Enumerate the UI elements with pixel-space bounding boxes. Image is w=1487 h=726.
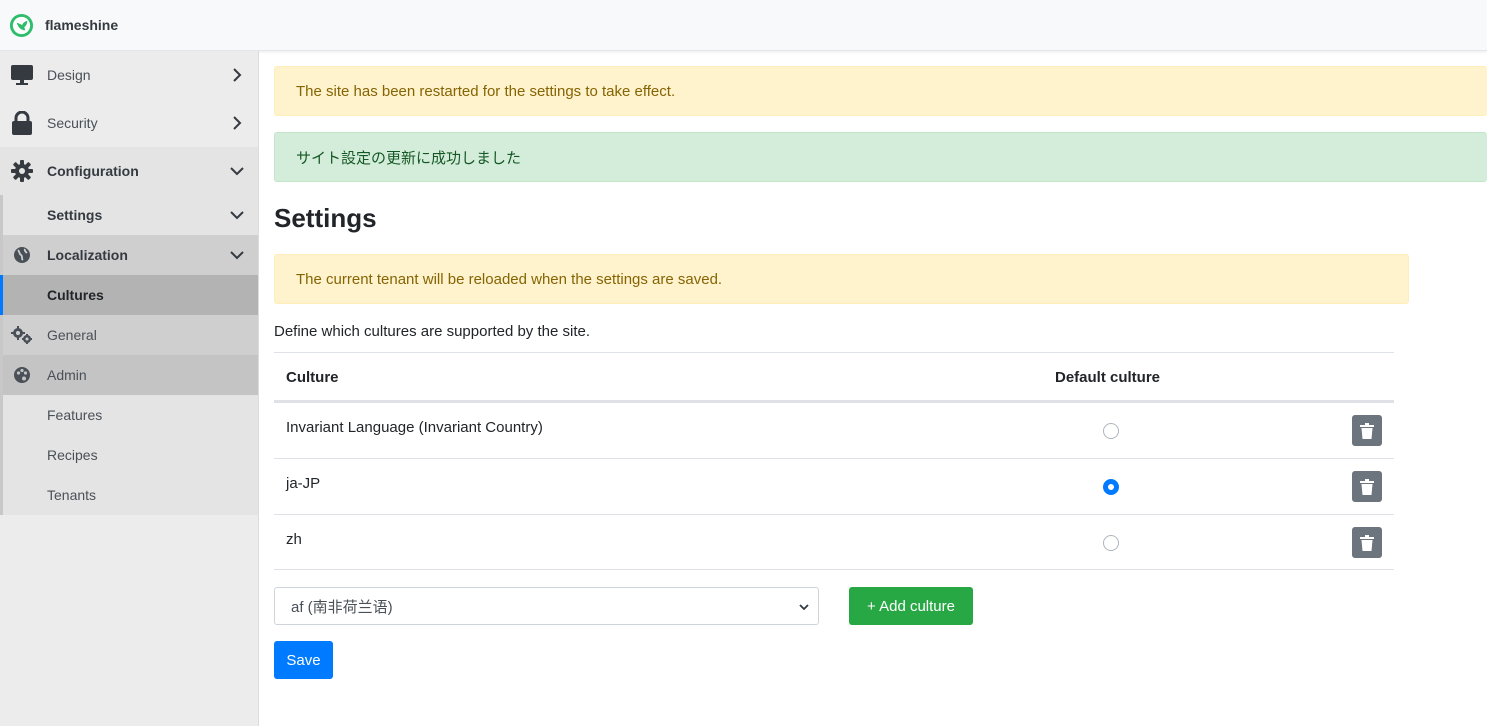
restart-alert-text: The site has been restarted for the sett… [296, 82, 676, 100]
chevron-down-icon [230, 211, 244, 220]
culture-name: Invariant Language (Invariant Country) [286, 419, 543, 436]
sidebar-item-label: Features [47, 407, 103, 423]
gears-icon [10, 323, 34, 347]
reload-alert: The current tenant will be reloaded when… [274, 254, 1409, 304]
success-alert-text: サイト設定の更新に成功しました [296, 149, 522, 167]
top-navbar: flameshine [0, 0, 1487, 51]
sidebar-item-design[interactable]: Design [0, 51, 258, 99]
default-culture-radio[interactable] [1103, 479, 1119, 495]
sidebar-item-label: Recipes [47, 447, 98, 463]
table-row: Invariant Language (Invariant Country) [274, 402, 1394, 458]
delete-culture-button[interactable] [1352, 527, 1382, 558]
sidebar-item-label: Tenants [47, 487, 97, 503]
brand-logo-icon[interactable] [9, 13, 34, 38]
palette-icon [10, 363, 34, 387]
sidebar-item-tenants[interactable]: Tenants [0, 475, 258, 515]
sidebar-item-settings[interactable]: Settings [0, 195, 258, 235]
restart-alert: The site has been restarted for the sett… [274, 66, 1487, 116]
column-header-culture: Culture [286, 369, 339, 386]
sidebar-item-label: Configuration [47, 163, 139, 179]
culture-name: zh [286, 531, 302, 548]
monitor-icon [10, 63, 34, 87]
chevron-right-icon [233, 116, 242, 130]
gear-icon [10, 159, 34, 183]
sidebar-item-general[interactable]: General [0, 315, 258, 355]
culture-select[interactable]: af (南非荷兰语) [274, 587, 819, 625]
sidebar-item-label: Settings [47, 207, 103, 223]
sidebar-item-cultures[interactable]: Cultures [0, 275, 258, 315]
globe-icon [10, 243, 34, 267]
add-culture-button[interactable]: + Add culture [849, 587, 973, 625]
table-row: zh [274, 514, 1394, 570]
sidebar-item-label: General [47, 327, 97, 343]
delete-culture-button[interactable] [1352, 471, 1382, 502]
culture-name: ja-JP [286, 475, 321, 492]
sidebar-item-recipes[interactable]: Recipes [0, 435, 258, 475]
default-culture-radio[interactable] [1103, 423, 1119, 439]
sidebar-item-label: Design [47, 67, 91, 83]
brand-name[interactable]: flameshine [45, 17, 118, 33]
trash-icon [1360, 422, 1374, 439]
sidebar-item-localization[interactable]: Localization [0, 235, 258, 275]
cultures-table: Culture Default culture Invariant Langua… [274, 352, 1394, 570]
trash-icon [1360, 534, 1374, 551]
sidebar-item-label: Cultures [47, 287, 104, 303]
chevron-down-icon [799, 604, 809, 611]
chevron-right-icon [233, 68, 242, 82]
success-alert: サイト設定の更新に成功しました [274, 132, 1487, 182]
table-row: ja-JP [274, 458, 1394, 514]
sidebar-item-security[interactable]: Security [0, 99, 258, 147]
culture-select-value: af (南非荷兰语) [291, 598, 393, 616]
page-title: Settings [274, 203, 377, 233]
lock-icon [10, 111, 34, 135]
sidebar-item-label: Security [47, 115, 98, 131]
page-description: Define which cultures are supported by t… [274, 323, 591, 340]
chevron-down-icon [230, 251, 244, 260]
trash-icon [1360, 478, 1374, 495]
delete-culture-button[interactable] [1352, 415, 1382, 446]
chevron-down-icon [230, 167, 244, 176]
default-culture-radio[interactable] [1103, 535, 1119, 551]
sidebar-item-label: Admin [47, 367, 87, 383]
reload-alert-text: The current tenant will be reloaded when… [296, 270, 723, 288]
sidebar-item-configuration[interactable]: Configuration [0, 147, 258, 195]
sidebar: Design Security Configuration Settings L… [0, 51, 259, 726]
sidebar-item-features[interactable]: Features [0, 395, 258, 435]
sidebar-item-admin[interactable]: Admin [0, 355, 258, 395]
save-button[interactable]: Save [274, 641, 333, 679]
column-header-default-culture: Default culture [1055, 369, 1161, 386]
table-header: Culture Default culture [274, 352, 1394, 402]
sidebar-item-label: Localization [47, 247, 128, 263]
